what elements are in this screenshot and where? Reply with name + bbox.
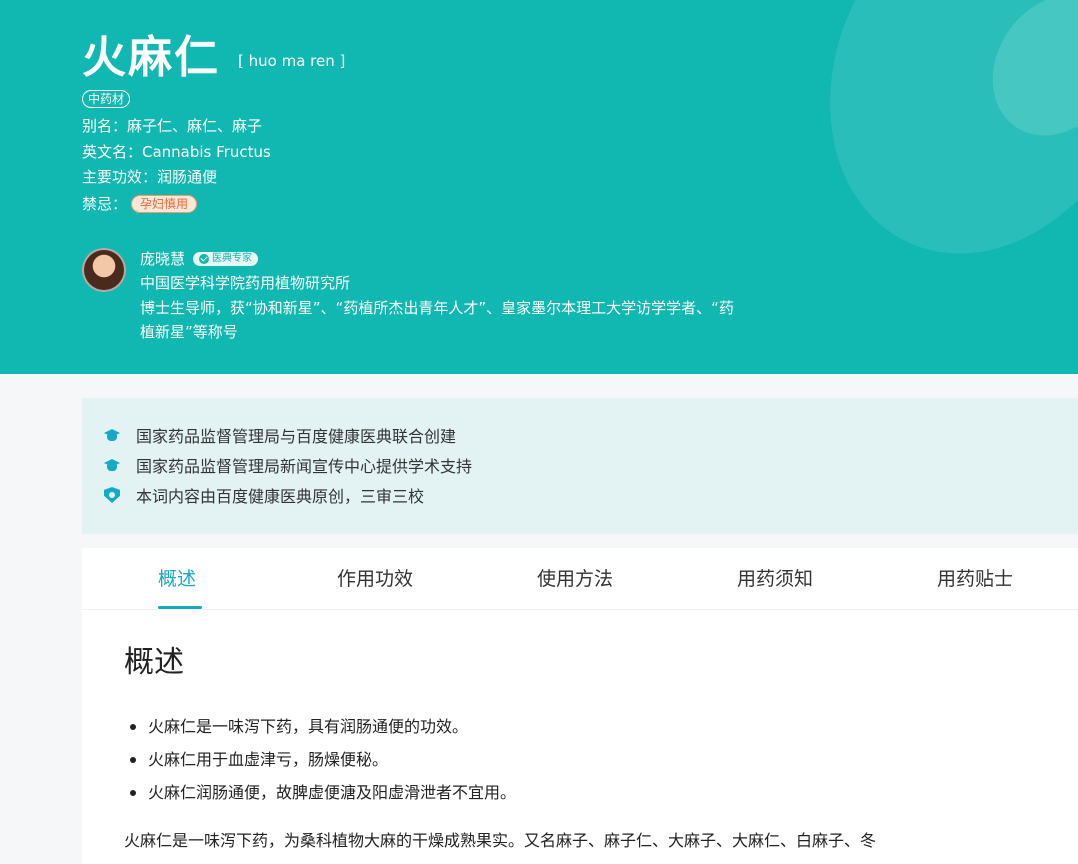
list-item: 火麻仁润肠通便，故脾虚便溏及阳虚滑泄者不宜用。 (128, 776, 516, 809)
english-name-text: 英文名：Cannabis Fructus (82, 143, 271, 161)
main-effect-text: 主要功效：润肠通便 (82, 168, 218, 186)
expert-desc: 博士生导师，获“协和新星”、“药植所杰出青年人才”、皇家墨尔本理工大学访学学者、… (140, 299, 734, 341)
expert-org: 中国医学科学院药用植物研究所 (140, 274, 351, 292)
tab-precautions[interactable]: 用药须知 (737, 566, 813, 592)
notice-item: 国家药品监督管理局与百度健康医典联合创建 (82, 420, 1078, 450)
section-paragraph: 火麻仁是一味泻下药，为桑科植物大麻的干燥成熟果实。又名麻子、麻子仁、大麻子、大麻… (124, 831, 877, 850)
shield-icon (104, 487, 120, 503)
check-icon (199, 254, 210, 264)
pinyin: [ huo ma ren ] (238, 52, 346, 70)
expert-name-row: 庞晓慧 医典专家 (140, 248, 740, 270)
tab-effects[interactable]: 作用功效 (337, 566, 413, 592)
tab-bar: 概述 作用功效 使用方法 用药须知 用药贴士 (82, 548, 1078, 610)
expert-badge: 医典专家 (193, 252, 259, 266)
expert-avatar[interactable] (82, 248, 126, 292)
section-title: 概述 (124, 645, 184, 680)
tab-usage[interactable]: 使用方法 (537, 566, 613, 592)
summary-list: 火麻仁是一味泻下药，具有润肠通便的功效。 火麻仁用于血虚津亏，肠燥便秘。 火麻仁… (128, 710, 516, 809)
title-row: 火麻仁 [ huo ma ren ] (82, 30, 345, 86)
authority-notice: 国家药品监督管理局与百度健康医典联合创建 国家药品监督管理局新闻宣传中心提供学术… (82, 398, 1078, 534)
alias-text: 别名：麻子仁、麻仁、麻子 (82, 117, 263, 135)
notice-text: 本词内容由百度健康医典原创，三审三校 (136, 487, 425, 506)
content-card: 概述 作用功效 使用方法 用药须知 用药贴士 概述 火麻仁是一味泻下药，具有润肠… (82, 548, 1078, 864)
expert-info: 庞晓慧 医典专家 中国医学科学院药用植物研究所 博士生导师，获“协和新星”、“药… (140, 248, 740, 344)
notice-text: 国家药品监督管理局新闻宣传中心提供学术支持 (136, 457, 473, 476)
notice-item: 国家药品监督管理局新闻宣传中心提供学术支持 (82, 450, 1078, 480)
notice-text: 国家药品监督管理局与百度健康医典联合创建 (136, 427, 457, 446)
active-tab-indicator (158, 606, 202, 609)
taboo-row: 禁忌： 孕妇慎用 (82, 194, 198, 214)
herb-header: 火麻仁 [ huo ma ren ] 中药材 别名：麻子仁、麻仁、麻子 英文名：… (0, 0, 1078, 374)
taboo-label: 禁忌： (82, 195, 128, 213)
list-item: 火麻仁用于血虚津亏，肠燥便秘。 (128, 743, 516, 776)
notice-item: 本词内容由百度健康医典原创，三审三校 (82, 480, 1078, 510)
tab-tips[interactable]: 用药贴士 (937, 566, 1013, 592)
expert-badge-label: 医典专家 (212, 253, 253, 264)
taboo-badge: 孕妇慎用 (131, 195, 198, 213)
graduation-cap-icon (104, 427, 120, 443)
list-item: 火麻仁是一味泻下药，具有润肠通便的功效。 (128, 710, 516, 743)
tab-overview[interactable]: 概述 (158, 566, 196, 592)
category-tag: 中药材 (82, 90, 131, 108)
graduation-cap-icon (104, 457, 120, 473)
page-title: 火麻仁 (82, 32, 220, 83)
expert-name[interactable]: 庞晓慧 (140, 248, 185, 270)
